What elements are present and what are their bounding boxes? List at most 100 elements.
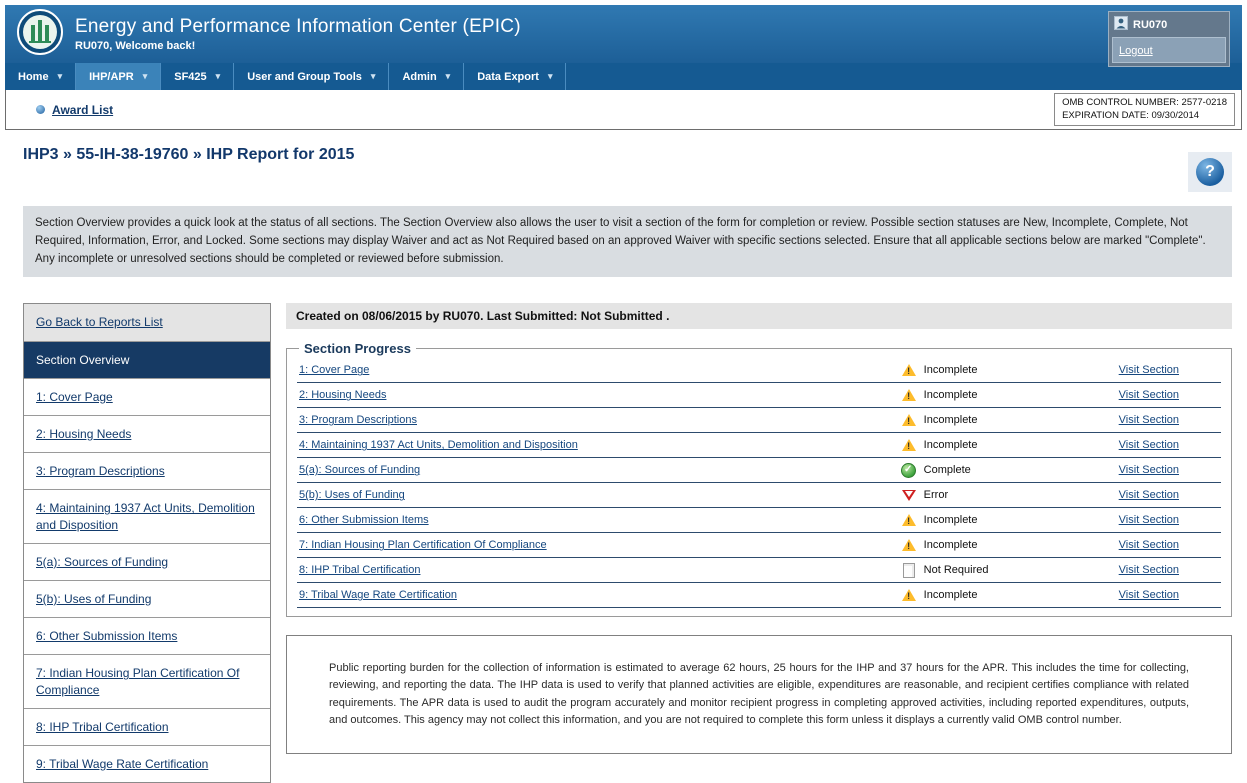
section-link[interactable]: 2: Housing Needs	[297, 389, 901, 401]
visit-section-link[interactable]: Visit Section	[1119, 564, 1221, 576]
visit-section-link[interactable]: Visit Section	[1119, 514, 1221, 526]
section-progress-fieldset: Section Progress 1: Cover Page Incomplet…	[286, 341, 1232, 617]
help-button[interactable]: ?	[1188, 152, 1232, 192]
nav-tab-home[interactable]: Home ▾	[5, 63, 76, 90]
visit-section-link[interactable]: Visit Section	[1119, 489, 1221, 501]
section-link[interactable]: 6: Other Submission Items	[297, 514, 901, 526]
sidebar-item[interactable]: 3: Program Descriptions	[36, 464, 165, 478]
app-header: Energy and Performance Information Cente…	[5, 5, 1242, 63]
username: RU070	[1133, 19, 1167, 31]
sidebar-row: 7: Indian Housing Plan Certification Of …	[24, 655, 270, 708]
user-box: RU070 Logout	[1108, 11, 1230, 67]
visit-section-link[interactable]: Visit Section	[1119, 414, 1221, 426]
status-text: Incomplete	[924, 439, 978, 451]
nav-tab-label: IHP/APR	[89, 71, 134, 83]
logout-link[interactable]: Logout	[1119, 45, 1153, 57]
header-titles: Energy and Performance Information Cente…	[75, 16, 521, 52]
section-progress-legend: Section Progress	[299, 341, 416, 356]
content-columns: Go Back to Reports List Section Overview…	[23, 303, 1232, 783]
sidebar-row: 4: Maintaining 1937 Act Units, Demolitio…	[24, 490, 270, 543]
section-link[interactable]: 3: Program Descriptions	[297, 414, 901, 426]
sidebar-item[interactable]: 7: Indian Housing Plan Certification Of …	[36, 666, 239, 696]
status-text: Not Required	[924, 564, 989, 576]
section-progress-row: 4: Maintaining 1937 Act Units, Demolitio…	[297, 433, 1221, 458]
sidebar-row: 9: Tribal Wage Rate Certification	[24, 746, 270, 782]
status-text: Incomplete	[924, 364, 978, 376]
burden-text: Public reporting burden for the collecti…	[329, 660, 1189, 728]
sidebar-row: 8: IHP Tribal Certification	[24, 709, 270, 746]
warning-icon	[901, 513, 917, 528]
back-to-reports-link[interactable]: Go Back to Reports List	[36, 315, 163, 329]
nav-tab-label: Data Export	[477, 71, 539, 83]
warning-icon	[901, 588, 917, 603]
visit-section-link[interactable]: Visit Section	[1119, 364, 1221, 376]
nav-tab-data-export[interactable]: Data Export ▾	[464, 63, 566, 90]
status-cell: Complete	[901, 463, 1119, 478]
visit-section-link[interactable]: Visit Section	[1119, 464, 1221, 476]
nav-tab-admin[interactable]: Admin ▾	[389, 63, 464, 90]
visit-section-link[interactable]: Visit Section	[1119, 539, 1221, 551]
section-progress-row: 5(a): Sources of Funding Complete Visit …	[297, 458, 1221, 483]
status-cell: Incomplete	[901, 388, 1119, 403]
visit-section-link[interactable]: Visit Section	[1119, 439, 1221, 451]
status-text: Complete	[924, 464, 971, 476]
visit-section-link[interactable]: Visit Section	[1119, 389, 1221, 401]
page: Energy and Performance Information Cente…	[5, 5, 1242, 783]
omb-box: OMB CONTROL NUMBER: 2577-0218 EXPIRATION…	[1054, 93, 1235, 127]
user-avatar-icon	[1114, 16, 1128, 33]
status-cell: Incomplete	[901, 588, 1119, 603]
complete-icon	[901, 463, 917, 478]
award-list-link[interactable]: Award List	[52, 103, 113, 117]
section-progress-row: 5(b): Uses of Funding Error Visit Sectio…	[297, 483, 1221, 508]
warning-icon	[901, 538, 917, 553]
error-icon	[901, 488, 917, 503]
sidebar-item-section-overview[interactable]: Section Overview	[24, 342, 270, 379]
sidebar-item[interactable]: 6: Other Submission Items	[36, 629, 177, 643]
status-text: Error	[924, 489, 948, 501]
section-link[interactable]: 7: Indian Housing Plan Certification Of …	[297, 539, 901, 551]
section-link[interactable]: 9: Tribal Wage Rate Certification	[297, 589, 901, 601]
app-title: Energy and Performance Information Cente…	[75, 16, 521, 38]
burden-statement-box: Public reporting burden for the collecti…	[286, 635, 1232, 753]
nav-tab-user-and-group-tools[interactable]: User and Group Tools ▾	[234, 63, 389, 90]
section-link[interactable]: 5(b): Uses of Funding	[297, 489, 901, 501]
section-progress-row: 2: Housing Needs Incomplete Visit Sectio…	[297, 383, 1221, 408]
breadcrumb-row: IHP3 » 55-IH-38-19760 » IHP Report for 2…	[23, 146, 1232, 192]
section-link[interactable]: 5(a): Sources of Funding	[297, 464, 901, 476]
status-cell: Error	[901, 488, 1119, 503]
section-link[interactable]: 1: Cover Page	[297, 364, 901, 376]
sidebar-item[interactable]: 5(a): Sources of Funding	[36, 555, 168, 569]
visit-section-link[interactable]: Visit Section	[1119, 589, 1221, 601]
award-list-group: Award List	[36, 103, 113, 117]
page-title: IHP3 » 55-IH-38-19760 » IHP Report for 2…	[23, 146, 354, 164]
logout-bar: Logout	[1112, 37, 1226, 63]
bullet-icon	[36, 105, 45, 114]
section-progress-row: 6: Other Submission Items Incomplete Vis…	[297, 508, 1221, 533]
status-text: Incomplete	[924, 389, 978, 401]
section-link[interactable]: 4: Maintaining 1937 Act Units, Demolitio…	[297, 439, 901, 451]
section-progress-row: 7: Indian Housing Plan Certification Of …	[297, 533, 1221, 558]
status-text: Incomplete	[924, 414, 978, 426]
nav-tab-ihp-apr[interactable]: IHP/APR ▾	[76, 63, 161, 90]
main-panel: Created on 08/06/2015 by RU070. Last Sub…	[286, 303, 1232, 753]
sidebar-item[interactable]: 2: Housing Needs	[36, 427, 131, 441]
status-cell: Incomplete	[901, 413, 1119, 428]
nav-tab-sf425[interactable]: SF425 ▾	[161, 63, 234, 90]
sidebar-item[interactable]: 5(b): Uses of Funding	[36, 592, 151, 606]
section-link[interactable]: 8: IHP Tribal Certification	[297, 564, 901, 576]
sidebar-row: 1: Cover Page	[24, 379, 270, 416]
chevron-down-icon: ▾	[216, 71, 221, 82]
section-progress-row: 8: IHP Tribal Certification Not Required…	[297, 558, 1221, 583]
sidebar-item[interactable]: 9: Tribal Wage Rate Certification	[36, 757, 208, 771]
nav-tab-label: SF425	[174, 71, 206, 83]
sidebar-item[interactable]: 1: Cover Page	[36, 390, 113, 404]
status-cell: Incomplete	[901, 513, 1119, 528]
omb-expiration-date: EXPIRATION DATE: 09/30/2014	[1062, 110, 1227, 123]
status-cell: Incomplete	[901, 363, 1119, 378]
chevron-down-icon: ▾	[548, 71, 553, 82]
status-text: Incomplete	[924, 539, 978, 551]
sidebar-item[interactable]: 4: Maintaining 1937 Act Units, Demolitio…	[36, 501, 255, 531]
section-progress-row: 9: Tribal Wage Rate Certification Incomp…	[297, 583, 1221, 608]
sidebar-items: 1: Cover Page 2: Housing Needs 3: Progra…	[24, 379, 270, 782]
created-line: Created on 08/06/2015 by RU070. Last Sub…	[286, 303, 1232, 329]
